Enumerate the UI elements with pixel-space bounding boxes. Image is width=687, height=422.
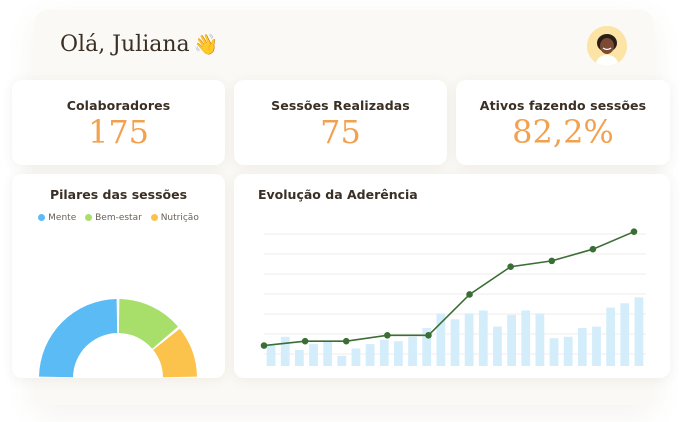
bar — [294, 349, 304, 366]
kpi-label: Ativos fazendo sessões — [479, 98, 647, 113]
bar — [379, 339, 389, 366]
data-point[interactable] — [260, 342, 268, 349]
bar — [464, 313, 474, 366]
bar — [280, 336, 290, 366]
bar — [365, 344, 375, 366]
bar — [436, 313, 446, 366]
data-point[interactable] — [507, 263, 514, 271]
evolucao-card: Evolução da Aderência — [234, 174, 670, 378]
kpi-card-ativos: Ativos fazendo sessões 82,2% — [456, 80, 670, 165]
data-point[interactable] — [630, 228, 638, 235]
pilares-card: Pilares das sessões Mente Bem-estar Nutr… — [12, 174, 225, 378]
bar — [521, 310, 531, 366]
data-point[interactable] — [301, 337, 309, 345]
kpi-card-colaboradores: Colaboradores 175 — [12, 80, 225, 165]
kpi-value: 75 — [320, 113, 361, 151]
bar — [266, 345, 276, 366]
bar — [620, 303, 630, 366]
bar — [408, 336, 417, 366]
data-point[interactable] — [425, 332, 432, 339]
bar — [535, 313, 545, 366]
bar — [563, 336, 573, 366]
donut-slice-mente[interactable] — [39, 299, 118, 378]
bar — [309, 344, 318, 366]
kpi-value: 82,2% — [512, 113, 614, 151]
kpi-label: Colaboradores — [66, 98, 171, 113]
bar — [577, 328, 587, 366]
data-point[interactable] — [342, 337, 350, 345]
kpi-value: 175 — [87, 113, 150, 151]
pilares-donut-chart — [39, 299, 197, 378]
bar — [493, 326, 502, 366]
kpi-card-sessoes: Sessões Realizadas 75 — [234, 80, 447, 165]
bar — [394, 341, 403, 366]
bar — [450, 319, 460, 366]
bar — [337, 355, 347, 366]
bar — [478, 310, 488, 366]
header: Olá, Juliana 👋 — [34, 10, 654, 82]
bar — [592, 326, 601, 366]
kpi-label: Sessões Realizadas — [271, 98, 410, 113]
data-point[interactable] — [548, 257, 556, 265]
bar — [634, 297, 644, 366]
data-point[interactable] — [384, 332, 391, 339]
bar — [507, 314, 516, 366]
waving-hand-icon: 👋 — [193, 32, 219, 56]
greeting-text: Olá, Juliana — [60, 32, 190, 57]
data-point[interactable] — [589, 245, 597, 253]
user-avatar-icon — [587, 26, 627, 66]
bar — [323, 341, 333, 366]
bar — [351, 348, 361, 366]
greeting: Olá, Juliana 👋 — [60, 32, 219, 57]
bar — [549, 338, 559, 366]
evolucao-line-chart — [260, 228, 646, 366]
bar — [606, 307, 616, 366]
avatar[interactable] — [587, 26, 627, 66]
data-point[interactable] — [466, 291, 473, 298]
